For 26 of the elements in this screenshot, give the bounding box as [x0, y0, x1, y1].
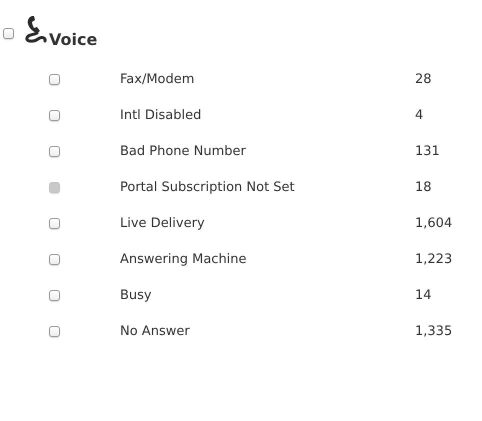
checkbox[interactable] — [49, 326, 60, 336]
checkbox[interactable] — [49, 110, 60, 120]
item-label: No Answer — [120, 324, 191, 338]
checkbox[interactable] — [49, 146, 60, 156]
checkbox[interactable] — [49, 290, 60, 300]
checkbox[interactable] — [49, 254, 60, 264]
item-label: Portal Subscription Not Set — [120, 180, 296, 194]
item-count: 4 — [415, 108, 424, 122]
item-label: Live Delivery — [120, 216, 206, 230]
item-label: Busy — [120, 288, 153, 302]
item-count: 1,604 — [415, 216, 454, 230]
checkbox[interactable] — [49, 74, 60, 84]
item-count: 14 — [415, 288, 433, 302]
checkbox[interactable] — [3, 28, 14, 39]
phone-handset-icon — [24, 14, 48, 44]
checkbox[interactable] — [49, 218, 60, 228]
item-label: Bad Phone Number — [120, 144, 247, 158]
item-label: Answering Machine — [120, 252, 248, 266]
item-count: 1,223 — [415, 252, 454, 266]
group-title: Voice — [49, 30, 98, 49]
item-label: Fax/Modem — [120, 72, 196, 86]
item-count: 28 — [415, 72, 433, 86]
item-label: Intl Disabled — [120, 108, 202, 122]
item-count: 131 — [415, 144, 441, 158]
item-count: 1,335 — [415, 324, 454, 338]
item-count: 18 — [415, 180, 433, 194]
